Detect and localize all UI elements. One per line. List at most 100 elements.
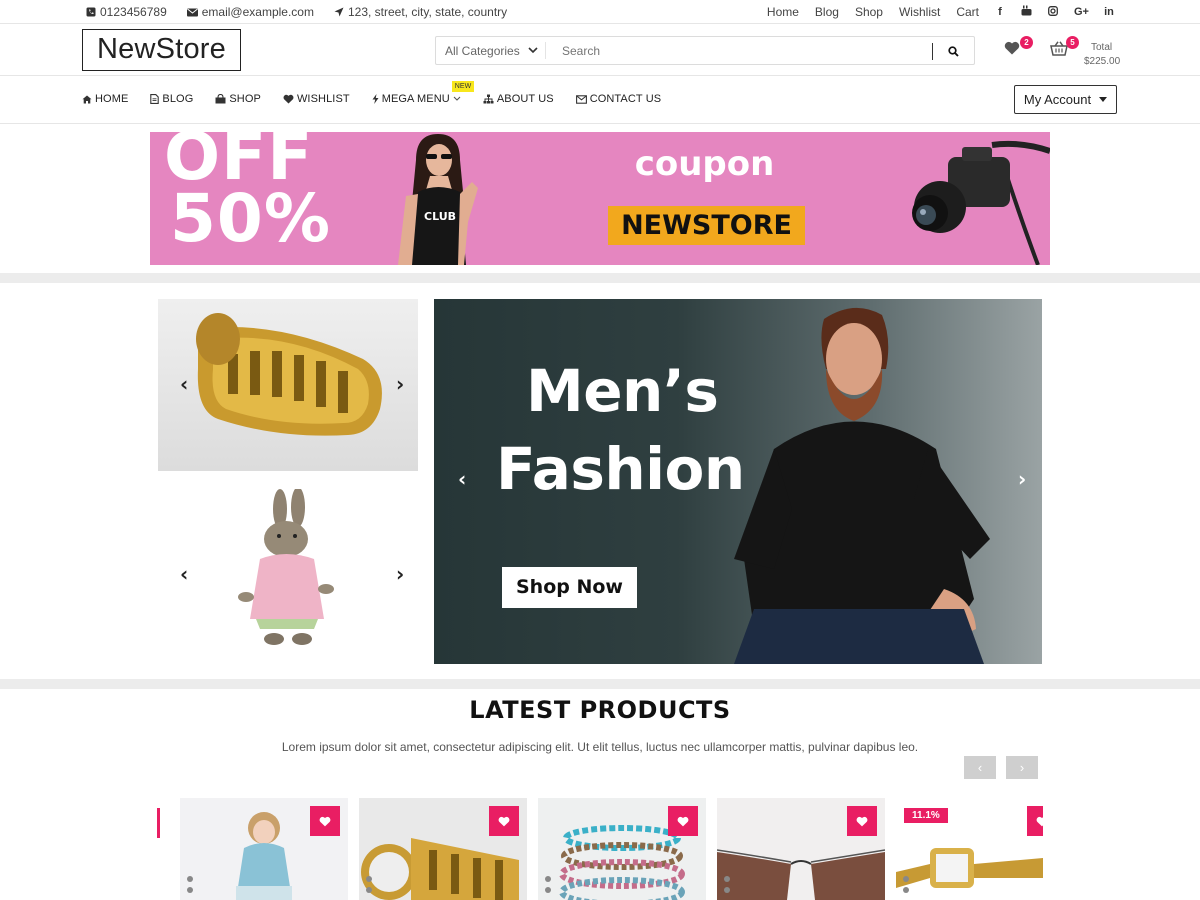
chevron-down-icon <box>528 47 538 54</box>
image-dots <box>903 876 909 898</box>
section-divider <box>0 679 1200 689</box>
phone-icon <box>86 7 96 17</box>
add-to-wishlist-button[interactable] <box>1027 806 1043 836</box>
address-text: 123, street, city, state, country <box>347 5 508 19</box>
shop-now-button[interactable]: Shop Now <box>502 567 637 608</box>
cart-total-label: Total <box>1091 42 1113 53</box>
cart-button[interactable]: 5 <box>1050 36 1079 61</box>
mini-slider-next-button[interactable]: › <box>396 372 404 396</box>
nav-item-home[interactable]: HOME <box>82 93 128 105</box>
chevron-down-icon <box>453 96 461 101</box>
heart-icon <box>1004 41 1020 55</box>
mini-slider-next-button[interactable]: › <box>396 562 404 586</box>
product-card[interactable] <box>538 798 706 900</box>
latest-products-subtitle: Lorem ipsum dolor sit amet, consectetur … <box>281 740 919 754</box>
search-icon <box>948 46 959 57</box>
woman-model-image: CLUB <box>398 134 478 265</box>
category-select-value: All Categories <box>445 43 520 58</box>
nav-item-blog[interactable]: BLOG <box>150 93 193 105</box>
section-divider <box>0 273 1200 283</box>
hero-slider: Men’s Fashion Shop Now ‹ › <box>434 299 1042 664</box>
man-model-image <box>734 307 990 664</box>
top-link-shop[interactable]: Shop <box>855 5 883 19</box>
add-to-wishlist-button[interactable] <box>668 806 698 836</box>
phone-info: 0123456789 <box>86 5 167 19</box>
shopping-bag-icon <box>215 94 226 104</box>
nav-item-mega-menu[interactable]: MEGA MENU NEW <box>372 81 475 105</box>
heart-icon <box>319 816 331 826</box>
nav-item-shop[interactable]: SHOP <box>215 93 261 105</box>
contact-info: 0123456789 email@example.com 123, street… <box>86 5 507 19</box>
coupon-banner[interactable]: OFF 50% CLUB coupon NEWSTORE <box>150 132 1050 265</box>
my-account-label: My Account <box>1023 92 1092 107</box>
search-input[interactable] <box>546 43 916 58</box>
hero-prev-button[interactable]: ‹ <box>458 467 466 491</box>
mini-slider-toy: ‹ › <box>158 489 418 661</box>
nav-item-label: SHOP <box>229 93 261 105</box>
discount-line-2: 50% <box>170 180 331 257</box>
hero-title-line-1: Men’s <box>526 357 719 425</box>
mini-slider-watch: ‹ › <box>158 299 418 471</box>
email-info: email@example.com <box>186 5 314 19</box>
add-to-wishlist-button[interactable] <box>847 806 877 836</box>
partial-card-wishlist-button[interactable] <box>157 808 160 838</box>
nav-item-label: MEGA MENU <box>381 93 450 105</box>
envelope-icon <box>575 94 587 104</box>
search-bar: All Categories <box>435 36 975 65</box>
gold-watch-image <box>196 313 382 436</box>
search-button[interactable] <box>932 43 974 60</box>
heart-icon <box>498 816 510 826</box>
nav-item-wishlist[interactable]: WISHLIST <box>283 93 350 105</box>
product-card[interactable]: 11.1% <box>896 798 1043 900</box>
cart-count-badge: 5 <box>1066 36 1079 49</box>
top-link-wishlist[interactable]: Wishlist <box>899 5 940 19</box>
nav-item-label: CONTACT US <box>589 93 662 105</box>
nav-item-about-us[interactable]: ABOUT US <box>483 93 554 105</box>
site-header: NewStore All Categories 2 5 Total $225.0… <box>0 24 1200 76</box>
google-plus-icon[interactable]: G+ <box>1074 6 1089 18</box>
location-arrow-icon <box>334 7 344 17</box>
sitemap-icon <box>483 94 494 104</box>
address-info: 123, street, city, state, country <box>334 5 507 19</box>
facebook-icon[interactable]: f <box>995 6 1005 18</box>
youtube-icon[interactable] <box>1021 5 1032 19</box>
mini-slider-prev-button[interactable]: ‹ <box>180 372 188 396</box>
hero-next-button[interactable]: › <box>1018 467 1026 491</box>
nav-menu: HOME BLOG SHOP WISHLIST MEGA MENU NEW AB… <box>82 81 662 105</box>
heart-icon <box>677 816 689 826</box>
nav-item-contact-us[interactable]: CONTACT US <box>575 93 662 105</box>
envelope-icon <box>186 8 198 16</box>
products-next-button[interactable]: › <box>1006 756 1038 779</box>
caret-down-icon <box>1099 97 1108 102</box>
top-link-blog[interactable]: Blog <box>815 5 839 19</box>
add-to-wishlist-button[interactable] <box>489 806 519 836</box>
nav-item-label: HOME <box>95 93 129 105</box>
my-account-dropdown[interactable]: My Account <box>1014 85 1117 114</box>
product-card[interactable] <box>717 798 885 900</box>
home-icon <box>82 95 92 103</box>
image-dots <box>545 876 551 898</box>
product-card[interactable] <box>180 798 348 900</box>
hero-title-line-2: Fashion <box>496 435 745 503</box>
image-dots <box>366 876 372 898</box>
top-link-cart[interactable]: Cart <box>956 5 979 19</box>
heart-icon <box>283 94 294 104</box>
document-icon <box>150 94 160 104</box>
sale-badge: 11.1% <box>904 808 948 823</box>
heart-icon <box>856 816 868 826</box>
instagram-icon[interactable] <box>1048 5 1058 19</box>
products-prev-button[interactable]: ‹ <box>964 756 996 779</box>
top-link-home[interactable]: Home <box>767 5 799 19</box>
site-logo[interactable]: NewStore <box>82 29 241 71</box>
bunny-toy-image <box>238 489 334 645</box>
category-select[interactable]: All Categories <box>436 42 546 59</box>
image-dots <box>724 876 730 898</box>
mini-slider-prev-button[interactable]: ‹ <box>180 562 188 586</box>
discount-text: OFF 50% <box>164 132 331 257</box>
linkedin-icon[interactable]: in <box>1104 6 1114 18</box>
svg-text:CLUB: CLUB <box>424 210 456 223</box>
add-to-wishlist-button[interactable] <box>310 806 340 836</box>
product-card[interactable] <box>359 798 527 900</box>
wishlist-button[interactable]: 2 <box>1004 36 1033 60</box>
camera-image <box>912 140 1050 265</box>
